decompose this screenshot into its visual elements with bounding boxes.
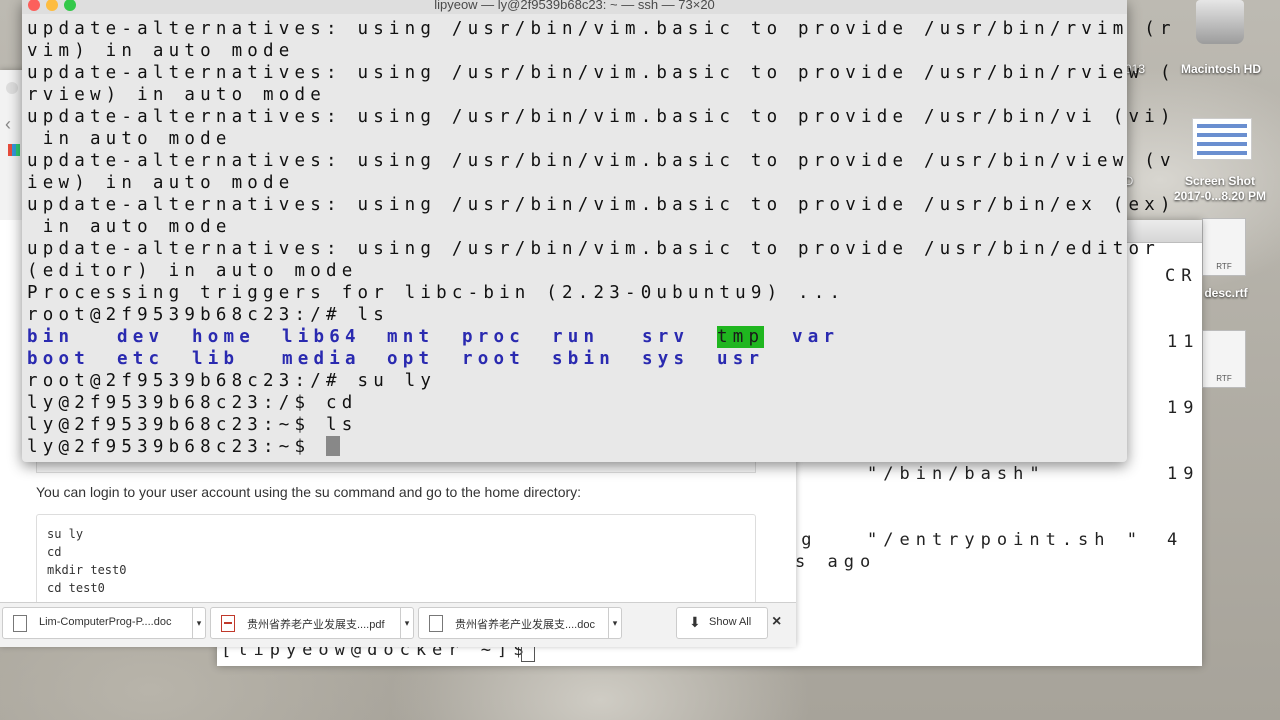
- download-item-1[interactable]: Lim-ComputerProg-P....doc ▾: [2, 607, 206, 639]
- terminal-line-9: update-alternatives: using /usr/bin/vim.…: [27, 195, 1176, 215]
- terminal-line-8: iew) in auto mode: [27, 173, 295, 193]
- ls-entry-opt: opt: [387, 349, 435, 369]
- ls-output-row-2: boot etc lib media opt root sbin sys usr: [27, 348, 1127, 370]
- ls-entry-srv: srv: [642, 327, 690, 347]
- rtf-file-icon[interactable]: RTF: [1202, 218, 1246, 276]
- ls-entry-proc: proc: [462, 327, 525, 347]
- download-item-2[interactable]: 贵州省养老产业发展支....pdf ▾: [210, 607, 414, 639]
- screenshot-label-line2: 2017-0...8.20 PM: [1173, 189, 1267, 203]
- bg-term-entrypoint: "/entrypoint.sh ": [867, 530, 1143, 550]
- terminal-line-3: update-alternatives: using /usr/bin/vim.…: [27, 63, 1176, 83]
- terminal-title: lipyeow — ly@2f9539b68c23: ~ — ssh — 73×…: [434, 0, 715, 12]
- download-name-2: 贵州省养老产业发展支....pdf: [247, 619, 385, 631]
- terminal-after-lines: root@2f9539b68c23:/# su ly ly@2f9539b68c2…: [27, 370, 1127, 436]
- ls-entry-home: home: [192, 327, 255, 347]
- ls-entry-bin: bin: [27, 327, 75, 347]
- bg-term-4: 4: [1167, 530, 1184, 550]
- ls-entry-lib64: lib64: [282, 327, 361, 347]
- terminal-line-5: update-alternatives: using /usr/bin/vim.…: [27, 107, 1176, 127]
- code-lines: su ly cd mkdir test0 cd test0: [37, 515, 755, 597]
- terminal-after-line-3: ly@2f9539b68c23:~$ ls: [27, 415, 358, 435]
- download-name-1: Lim-ComputerProg-P....doc: [39, 616, 172, 628]
- download-menu-caret-2[interactable]: ▾: [400, 608, 413, 638]
- show-all-downloads-button[interactable]: ⬇ Show All: [676, 607, 768, 639]
- bg-term-19b: 19: [1167, 464, 1200, 484]
- download-menu-caret-3[interactable]: ▾: [608, 608, 621, 638]
- download-bar: Lim-ComputerProg-P....doc ▾ 贵州省养老产业发展支..…: [0, 602, 796, 647]
- code-line-4: cd test0: [47, 581, 105, 595]
- rtf-file-icon-2[interactable]: RTF: [1202, 330, 1246, 388]
- ls-entry-var: var: [792, 327, 840, 347]
- screenshot-label[interactable]: Screen Shot 2017-0...8.20 PM: [1160, 174, 1280, 204]
- ls-entry-sys: sys: [642, 349, 690, 369]
- bg-term-ago: s ago: [795, 552, 877, 572]
- terminal-line-1: update-alternatives: using /usr/bin/vim.…: [27, 19, 1176, 39]
- close-download-bar-button[interactable]: ×: [772, 613, 781, 631]
- code-line-3: mkdir test0: [47, 563, 127, 577]
- pdf-file-icon: [221, 615, 235, 632]
- window-control-icon[interactable]: [6, 82, 18, 94]
- download-item-3[interactable]: 贵州省养老产业发展支....doc ▾: [418, 607, 622, 639]
- bg-term-bash: "/bin/bash": [867, 464, 1046, 484]
- ls-entry-tmp: tmp: [717, 326, 765, 348]
- rtf-file-label[interactable]: desc.rtf: [1196, 286, 1256, 301]
- terminal-prompt: ly@2f9539b68c23:~$: [27, 437, 326, 457]
- terminal-line-6: in auto mode: [27, 129, 232, 149]
- code-line-2: cd: [47, 545, 62, 559]
- screenshot-label-line1: Screen Shot: [1184, 174, 1256, 188]
- terminal-titlebar[interactable]: lipyeow — ly@2f9539b68c23: ~ — ssh — 73×…: [22, 0, 1127, 14]
- code-block: su ly cd mkdir test0 cd test0: [36, 514, 756, 616]
- terminal-output[interactable]: update-alternatives: using /usr/bin/vim.…: [27, 18, 1176, 458]
- terminal-prompt-line[interactable]: ly@2f9539b68c23:~$: [27, 436, 1127, 458]
- ls-entry-sbin: sbin: [552, 349, 615, 369]
- rtf-badge-2: RTF: [1216, 374, 1232, 383]
- article-paragraph: You can login to your user account using…: [36, 484, 582, 500]
- bg-term-cr: CR: [1165, 266, 1198, 286]
- terminal-after-line-1: root@2f9539b68c23:/# su ly: [27, 371, 437, 391]
- apps-grid-icon[interactable]: [8, 144, 20, 156]
- ls-entry-boot: boot: [27, 349, 90, 369]
- ls-entry-usr: usr: [717, 349, 765, 369]
- terminal-line-10: in auto mode: [27, 217, 232, 237]
- terminal-line-11: update-alternatives: using /usr/bin/vim.…: [27, 239, 1160, 259]
- ls-entry-run: run: [552, 327, 600, 347]
- ls-entry-media: media: [282, 349, 361, 369]
- terminal-line-2: vim) in auto mode: [27, 41, 295, 61]
- doc-file-icon: [13, 615, 27, 632]
- ls-entry-dev: dev: [117, 327, 165, 347]
- terminal-cursor: [325, 436, 340, 456]
- terminal-line-4: rview) in auto mode: [27, 85, 326, 105]
- macintosh-hd-label[interactable]: Macintosh HD: [1168, 62, 1274, 77]
- hard-drive-icon[interactable]: [1196, 0, 1244, 44]
- download-name-3: 贵州省养老产业发展支....doc: [455, 619, 595, 631]
- bg-term-11: 11: [1167, 332, 1200, 352]
- terminal-after-line-2: ly@2f9539b68c23:/$ cd: [27, 393, 358, 413]
- ls-entry-etc: etc: [117, 349, 165, 369]
- terminal-line-13: Processing triggers for libc-bin (2.23-0…: [27, 283, 846, 303]
- download-menu-caret-1[interactable]: ▾: [192, 608, 205, 638]
- back-arrow-icon[interactable]: ‹: [5, 114, 11, 135]
- download-arrow-icon: ⬇: [689, 614, 701, 630]
- bg-term-19a: 19: [1167, 398, 1200, 418]
- rtf-badge: RTF: [1216, 262, 1232, 271]
- ls-entry-lib: lib: [192, 349, 240, 369]
- terminal-line-7: update-alternatives: using /usr/bin/vim.…: [27, 151, 1176, 171]
- doc-file-icon-2: [429, 615, 443, 632]
- show-all-label: Show All: [709, 616, 752, 628]
- terminal-line-14: root@2f9539b68c23:/# ls: [27, 305, 389, 325]
- ls-entry-root: root: [462, 349, 525, 369]
- ls-entry-mnt: mnt: [387, 327, 435, 347]
- ls-output-row-1: bin dev home lib64 mnt proc run srv tmp var: [27, 326, 1127, 348]
- screenshot-thumbnail-icon[interactable]: [1192, 118, 1252, 160]
- code-line-1: su ly: [47, 527, 84, 541]
- terminal-window[interactable]: lipyeow — ly@2f9539b68c23: ~ — ssh — 73×…: [22, 0, 1176, 462]
- terminal-line-12: (editor) in auto mode: [27, 261, 358, 281]
- terminal-lines: update-alternatives: using /usr/bin/vim.…: [27, 18, 1176, 326]
